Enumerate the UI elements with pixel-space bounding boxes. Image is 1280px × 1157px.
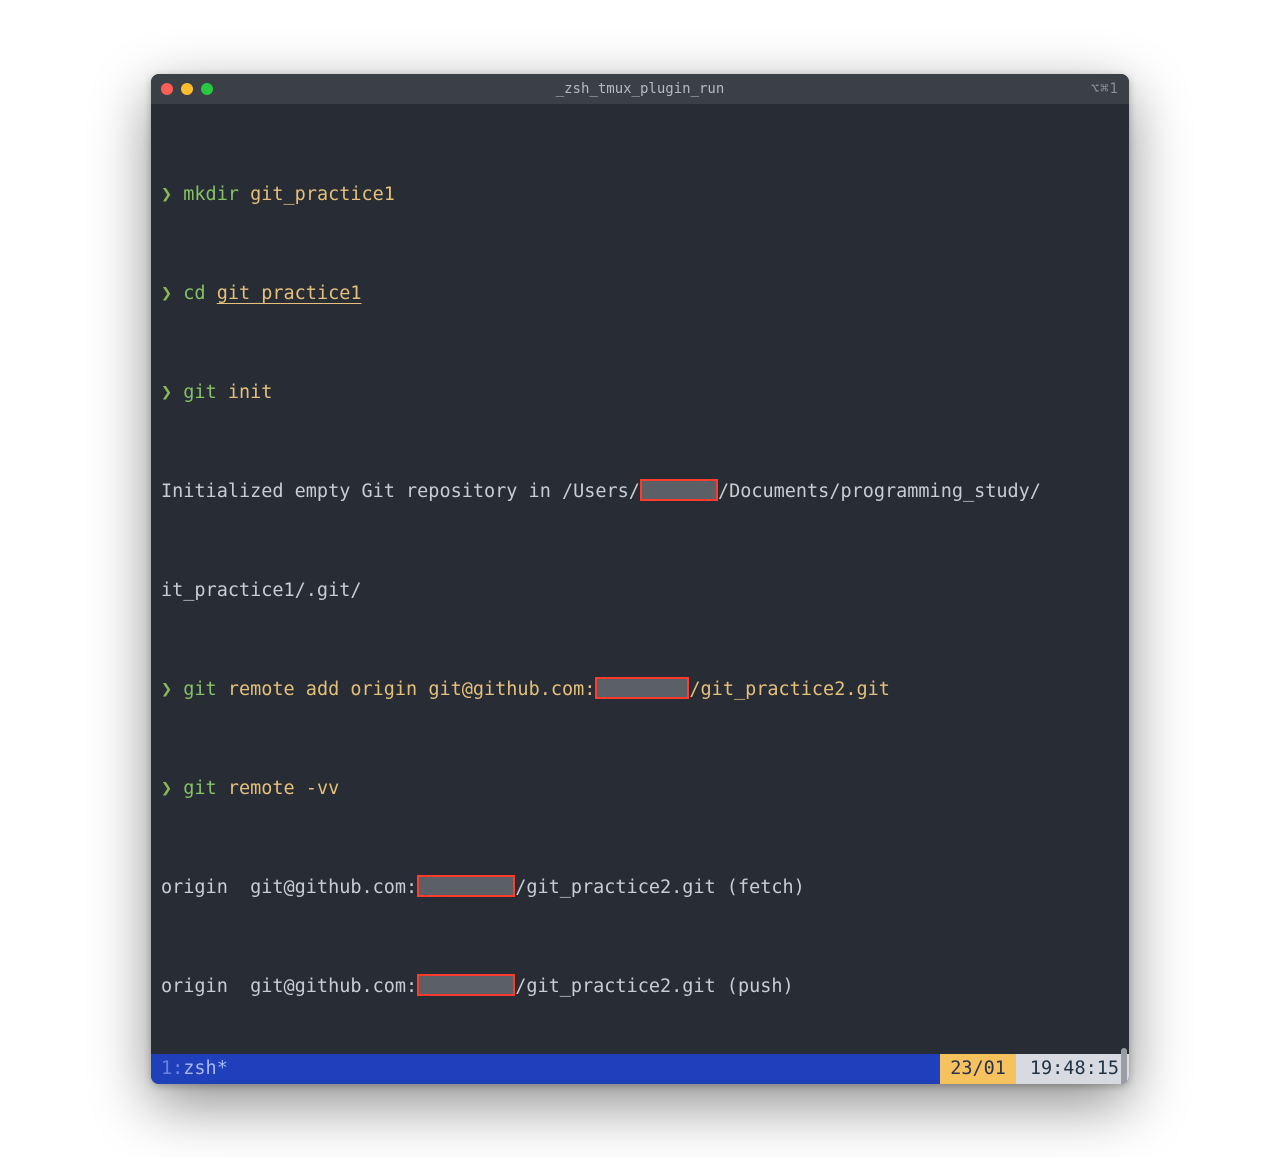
- output-line: Initialized empty Git repository in /Use…: [161, 475, 1119, 508]
- scrollbar-thumb[interactable]: [1121, 1048, 1127, 1084]
- shell-line: ❯ git init: [161, 376, 1119, 409]
- tmux-time: 19:48:15: [1016, 1054, 1129, 1084]
- command-arg: remote add origin git@github.com:: [228, 679, 596, 700]
- command-arg: git_practice1: [250, 184, 395, 205]
- redacted-box: [595, 677, 689, 699]
- shell-line: ❯ git remote add origin git@github.com: /…: [161, 673, 1119, 706]
- command-arg: remote -vv: [228, 778, 339, 799]
- tmux-window-name: zsh*: [183, 1058, 228, 1079]
- output-text: origin git@github.com:: [161, 877, 417, 898]
- command-arg: init: [228, 382, 273, 403]
- output-line: origin git@github.com: /git_practice2.git…: [161, 970, 1119, 1003]
- command: git: [183, 679, 216, 700]
- command: mkdir: [183, 184, 239, 205]
- window-title: _zsh_tmux_plugin_run: [151, 81, 1129, 97]
- output-text: Initialized empty Git repository in /Use…: [161, 481, 640, 502]
- prompt-caret: ❯: [161, 184, 183, 205]
- command: cd: [183, 283, 205, 304]
- prompt-caret: ❯: [161, 283, 183, 304]
- tmux-window-index: 1: [161, 1058, 172, 1079]
- zoom-button[interactable]: [201, 83, 213, 95]
- output-text: /git_practice2.git (fetch): [515, 877, 805, 898]
- window-shortcut-indicator: ⌥⌘1: [1091, 81, 1119, 97]
- close-button[interactable]: [161, 83, 173, 95]
- command: git: [183, 778, 216, 799]
- tmux-status-bar: 1:zsh* 23/01 19:48:15: [151, 1054, 1129, 1084]
- output-line: origin git@github.com: /git_practice2.git…: [161, 871, 1119, 904]
- output-text: origin git@github.com:: [161, 976, 417, 997]
- shell-line: ❯ mkdir git_practice1: [161, 178, 1119, 211]
- output-text: /git_practice2.git (push): [515, 976, 793, 997]
- command-arg: git_practice1: [217, 283, 362, 304]
- titlebar: _zsh_tmux_plugin_run ⌥⌘1: [151, 74, 1129, 104]
- output-text: it_practice1/.git/: [161, 580, 361, 601]
- command-arg: /git_practice2.git: [689, 679, 889, 700]
- redacted-box: [417, 974, 515, 996]
- terminal-window: _zsh_tmux_plugin_run ⌥⌘1 ❯ mkdir git_pra…: [151, 74, 1129, 1084]
- terminal-area[interactable]: ❯ mkdir git_practice1 ❯ cd git_practice1…: [151, 104, 1129, 1054]
- traffic-lights: [151, 83, 213, 95]
- tmux-window-indicator[interactable]: 1:zsh*: [151, 1058, 228, 1079]
- tmux-date: 23/01: [940, 1054, 1016, 1084]
- command: git: [183, 382, 216, 403]
- tmux-status-right: 23/01 19:48:15: [940, 1054, 1129, 1084]
- output-text: /Documents/programming_study/: [718, 481, 1041, 502]
- shell-line: ❯ git remote -vv: [161, 772, 1119, 805]
- prompt-caret: ❯: [161, 382, 183, 403]
- minimize-button[interactable]: [181, 83, 193, 95]
- redacted-box: [640, 479, 718, 501]
- redacted-box: [417, 875, 515, 897]
- prompt-caret: ❯: [161, 679, 183, 700]
- shell-line: ❯ cd git_practice1: [161, 277, 1119, 310]
- output-line: it_practice1/.git/: [161, 574, 1119, 607]
- prompt-caret: ❯: [161, 778, 183, 799]
